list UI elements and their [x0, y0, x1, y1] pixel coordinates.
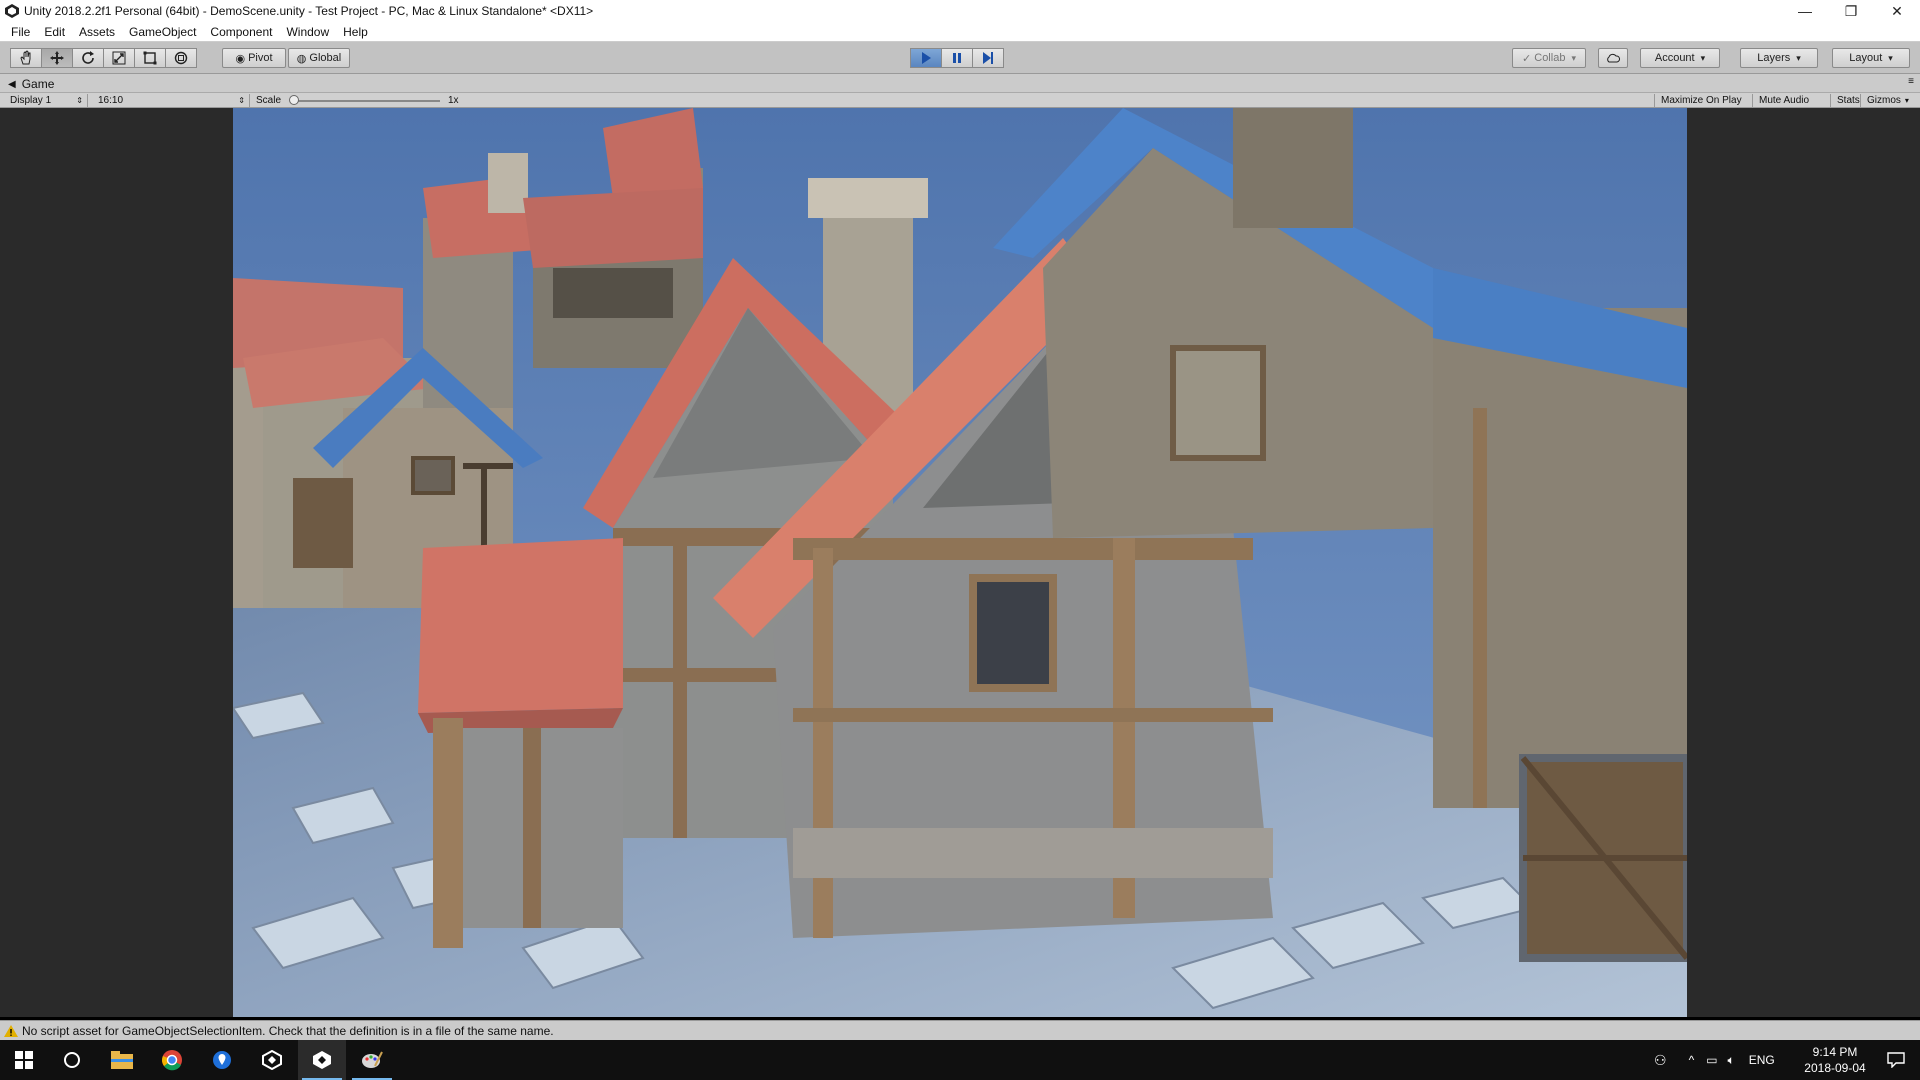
taskbar-unity[interactable]	[248, 1040, 296, 1080]
window-title-bar: Unity 2018.2.2f1 Personal (64bit) - Demo…	[0, 0, 1920, 22]
playback-controls	[910, 48, 1004, 68]
collab-dropdown[interactable]: ✓ Collab	[1512, 48, 1586, 68]
taskbar-file-explorer[interactable]	[98, 1040, 146, 1080]
restore-button[interactable]: ❐	[1828, 0, 1874, 22]
dropdown-arrow-icon: ⇕	[76, 96, 83, 105]
cloud-icon	[1607, 53, 1621, 63]
unity-icon-2	[313, 1051, 331, 1069]
display-dropdown[interactable]: Display 1 ⇕	[6, 94, 88, 107]
unity-logo-icon	[5, 4, 19, 18]
rect-icon	[143, 51, 157, 65]
menu-gameobject[interactable]: GameObject	[122, 25, 203, 39]
aspect-dropdown[interactable]: 16:10 ⇕	[94, 94, 250, 107]
menu-edit[interactable]: Edit	[37, 25, 72, 39]
scale-slider-thumb[interactable]	[289, 95, 299, 105]
start-button[interactable]	[0, 1040, 48, 1080]
game-view-options: Display 1 ⇕ 16:10 ⇕ Scale 1x Maximize On…	[0, 92, 1920, 108]
hand-icon	[20, 50, 31, 65]
layers-dropdown[interactable]: Layers	[1740, 48, 1818, 68]
move-icon	[50, 51, 64, 65]
menu-bar: File Edit Assets GameObject Component Wi…	[0, 22, 1920, 42]
taskbar-paint[interactable]	[348, 1040, 396, 1080]
system-tray: ⚇ ^ ▭ 🔈︎ ENG	[1654, 1040, 1775, 1080]
scene-render	[233, 108, 1687, 1017]
play-button[interactable]	[910, 48, 942, 68]
rect-tool-button[interactable]	[134, 48, 166, 68]
rotate-icon	[82, 51, 94, 64]
status-message: No script asset for GameObjectSelectionI…	[22, 1023, 554, 1038]
windows-taskbar: ⚇ ^ ▭ 🔈︎ ENG 9:14 PM 2018-09-04	[0, 1040, 1920, 1080]
taskbar-clock[interactable]: 9:14 PM 2018-09-04	[1800, 1044, 1870, 1076]
game-viewport[interactable]	[233, 108, 1687, 1017]
action-center-button[interactable]	[1872, 1040, 1920, 1080]
globe-icon: ◍	[296, 52, 307, 65]
console-status-bar[interactable]: No script asset for GameObjectSelectionI…	[0, 1020, 1920, 1040]
global-toggle[interactable]: ◍ Global	[288, 48, 350, 68]
menu-window[interactable]: Window	[279, 25, 336, 39]
pivot-toggle[interactable]: ◉ Pivot	[222, 48, 286, 68]
menu-help[interactable]: Help	[336, 25, 375, 39]
chevron-up-icon[interactable]: ^	[1689, 1053, 1695, 1067]
tab-menu-icon[interactable]: ≡	[1908, 76, 1914, 87]
check-icon: ✓	[1522, 52, 1532, 65]
move-tool-button[interactable]	[41, 48, 73, 68]
transform-tool-button[interactable]	[165, 48, 197, 68]
pivot-icon: ◉	[235, 52, 246, 65]
rotate-tool-button[interactable]	[72, 48, 104, 68]
play-icon	[922, 52, 931, 64]
pause-button[interactable]	[941, 48, 973, 68]
main-toolbar: ◉ Pivot ◍ Global ✓ Collab Account Layers…	[0, 42, 1920, 74]
step-button[interactable]	[972, 48, 1004, 68]
scale-slider-track[interactable]	[292, 100, 440, 102]
notification-icon	[1887, 1052, 1905, 1068]
clock-time: 9:14 PM	[1812, 1045, 1858, 1059]
unity-icon	[262, 1050, 282, 1070]
scale-tool-button[interactable]	[103, 48, 135, 68]
tab-game[interactable]: ◀ Game	[0, 76, 54, 92]
people-icon[interactable]: ⚇	[1654, 1052, 1667, 1069]
game-controller-icon: ◀	[8, 78, 16, 90]
scale-icon	[112, 51, 126, 65]
transform-tools	[10, 48, 197, 68]
cortana-icon	[64, 1052, 80, 1068]
maximize-on-play-toggle[interactable]: Maximize On Play	[1654, 94, 1748, 107]
layout-dropdown[interactable]: Layout	[1832, 48, 1910, 68]
menu-file[interactable]: File	[4, 25, 37, 39]
chrome-icon	[162, 1050, 182, 1071]
mute-audio-toggle[interactable]: Mute Audio	[1752, 94, 1815, 107]
menu-component[interactable]: Component	[203, 25, 279, 39]
menu-assets[interactable]: Assets	[72, 25, 122, 39]
scale-value: 1x	[448, 95, 459, 106]
game-view-header: ◀ Game ≡ Display 1 ⇕ 16:10 ⇕ Scale 1x Ma…	[0, 74, 1920, 108]
step-icon	[983, 52, 993, 64]
taskbar-maps[interactable]	[198, 1040, 246, 1080]
volume-icon[interactable]: 🔈︎	[1728, 1053, 1735, 1068]
account-dropdown[interactable]: Account	[1640, 48, 1720, 68]
taskbar-chrome[interactable]	[148, 1040, 196, 1080]
network-icon[interactable]: ▭	[1706, 1053, 1717, 1067]
gizmos-dropdown[interactable]: Gizmos ▾	[1860, 94, 1915, 107]
close-button[interactable]: ✕	[1874, 0, 1920, 22]
scale-label: Scale	[256, 95, 282, 106]
minimize-button[interactable]: —	[1782, 0, 1828, 22]
window-title: Unity 2018.2.2f1 Personal (64bit) - Demo…	[24, 4, 594, 18]
warning-icon	[4, 1024, 18, 1037]
clock-date: 2018-09-04	[1804, 1061, 1866, 1075]
dropdown-arrow-icon: ⇕	[238, 96, 245, 105]
hand-tool-button[interactable]	[10, 48, 42, 68]
taskbar-unity-editor[interactable]	[298, 1040, 346, 1080]
transform-icon	[174, 51, 188, 65]
file-explorer-icon	[111, 1051, 133, 1069]
language-indicator[interactable]: ENG	[1749, 1053, 1775, 1067]
cloud-button[interactable]	[1598, 48, 1628, 68]
dropdown-arrow-icon: ▾	[1904, 96, 1909, 105]
windows-start-icon	[15, 1051, 33, 1069]
paint-icon	[362, 1051, 383, 1068]
cortana-button[interactable]	[48, 1040, 96, 1080]
pause-icon	[953, 53, 961, 63]
maps-icon	[213, 1051, 231, 1069]
